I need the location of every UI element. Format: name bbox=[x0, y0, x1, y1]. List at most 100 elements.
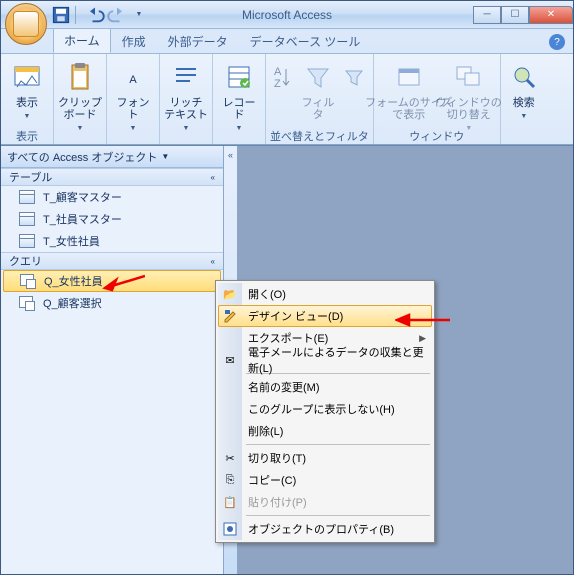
nav-section-header[interactable]: テーブル « bbox=[1, 168, 223, 186]
help-button[interactable]: ? bbox=[549, 34, 565, 50]
tab-home[interactable]: ホーム bbox=[53, 27, 111, 53]
window-controls: ─ ☐ ✕ bbox=[473, 6, 573, 24]
quick-access-toolbar: ▼ bbox=[51, 5, 149, 25]
app-window: ▼ Microsoft Access ─ ☐ ✕ ホーム 作成 外部データ デー… bbox=[0, 0, 574, 575]
nav-item-query-selected[interactable]: Q_女性社員 bbox=[3, 270, 221, 292]
chevron-down-icon: ▼ bbox=[236, 125, 243, 132]
context-menu: 📂開く(O) デザイン ビュー(D) エクスポート(E)▶ ✉電子メールによるデ… bbox=[215, 280, 435, 543]
svg-text:Z: Z bbox=[274, 78, 281, 90]
font-button[interactable]: A フォント ▼ bbox=[111, 56, 155, 126]
ribbon-group-clipboard: クリップ ボード ▼ . bbox=[54, 54, 107, 144]
ctx-separator bbox=[246, 515, 430, 516]
ribbon-group-richtext: リッチ テキスト ▼ . bbox=[160, 54, 213, 144]
collapse-icon: « bbox=[211, 173, 215, 182]
chevron-down-icon: ▼ bbox=[183, 125, 190, 132]
table-icon bbox=[19, 212, 35, 226]
ctx-delete[interactable]: 削除(L) bbox=[218, 420, 432, 442]
props-icon bbox=[222, 521, 238, 537]
nav-item-table[interactable]: T_社員マスター bbox=[1, 208, 223, 230]
richtext-icon bbox=[170, 61, 202, 93]
ribbon-group-window: フォームのサイズ で表示 ウィンドウの 切り替え ▼ ウィンドウ bbox=[374, 54, 501, 144]
table-icon bbox=[19, 190, 35, 204]
navigation-pane: すべての Access オブジェクト ▼ テーブル « T_顧客マスター T_社… bbox=[1, 146, 224, 574]
open-icon: 📂 bbox=[222, 286, 238, 302]
design-icon bbox=[223, 308, 239, 324]
chevron-down-icon: ▼ bbox=[465, 125, 472, 132]
submenu-arrow-icon: ▶ bbox=[419, 333, 426, 344]
formsize-icon bbox=[393, 61, 425, 93]
nav-section-tables: テーブル « T_顧客マスター T_社員マスター T_女性社員 bbox=[1, 168, 223, 252]
svg-text:A: A bbox=[274, 66, 282, 78]
ribbon-group-view: 表示 ▼ 表示 bbox=[1, 54, 54, 144]
sort-icon: AZ bbox=[266, 61, 298, 93]
richtext-button[interactable]: リッチ テキスト ▼ bbox=[164, 56, 208, 126]
ribbon: 表示 ▼ 表示 クリップ ボード ▼ . A フォント ▼ bbox=[1, 53, 573, 145]
clipboard-button[interactable]: クリップ ボード ▼ bbox=[58, 56, 102, 126]
ctx-hide-group[interactable]: このグループに表示しない(H) bbox=[218, 398, 432, 420]
records-button[interactable]: レコード ▼ bbox=[217, 56, 261, 126]
advfilter-button[interactable] bbox=[342, 56, 366, 126]
chevron-down-icon: ▼ bbox=[520, 113, 527, 120]
copy-icon: ⎘ bbox=[222, 472, 238, 488]
font-icon: A bbox=[117, 61, 149, 93]
tab-create[interactable]: 作成 bbox=[111, 28, 157, 53]
tab-external[interactable]: 外部データ bbox=[157, 28, 239, 53]
sort-button[interactable]: AZ bbox=[270, 56, 294, 126]
nav-section-queries: クエリ « Q_女性社員 Q_顧客選択 bbox=[1, 252, 223, 314]
close-button[interactable]: ✕ bbox=[529, 6, 573, 24]
records-icon bbox=[223, 61, 255, 93]
filter-icon bbox=[302, 61, 334, 93]
clipboard-icon bbox=[64, 61, 96, 93]
tab-dbtools[interactable]: データベース ツール bbox=[239, 28, 372, 53]
qat-separator bbox=[75, 6, 81, 24]
ctx-separator bbox=[246, 444, 430, 445]
query-icon bbox=[19, 296, 35, 310]
switchwin-button[interactable]: ウィンドウの 切り替え ▼ bbox=[442, 56, 496, 126]
find-icon bbox=[508, 61, 540, 93]
qat-save[interactable] bbox=[51, 5, 71, 25]
ctx-paste: 📋貼り付け(P) bbox=[218, 491, 432, 513]
ctx-open[interactable]: 📂開く(O) bbox=[218, 283, 432, 305]
nav-section-header[interactable]: クエリ « bbox=[1, 252, 223, 270]
minimize-button[interactable]: ─ bbox=[473, 6, 501, 24]
table-icon bbox=[19, 234, 35, 248]
ctx-properties[interactable]: オブジェクトのプロパティ(B) bbox=[218, 518, 432, 540]
ribbon-group-font: A フォント ▼ . bbox=[107, 54, 160, 144]
chevron-down-icon: ▼ bbox=[130, 125, 137, 132]
ribbon-group-records: レコード ▼ . bbox=[213, 54, 266, 144]
ctx-collect-email[interactable]: ✉電子メールによるデータの収集と更新(L) bbox=[218, 349, 432, 371]
view-button[interactable]: 表示 ▼ bbox=[5, 56, 49, 126]
chevron-down-icon: ▼ bbox=[24, 113, 31, 120]
switchwin-icon bbox=[453, 61, 485, 93]
qat-customize[interactable]: ▼ bbox=[129, 5, 149, 25]
svg-text:A: A bbox=[129, 74, 137, 86]
advfilter-icon bbox=[338, 61, 370, 93]
maximize-button[interactable]: ☐ bbox=[501, 6, 529, 24]
filter-button[interactable]: フィルタ bbox=[296, 56, 340, 126]
office-button[interactable] bbox=[5, 3, 47, 45]
find-button[interactable]: 検索 ▼ bbox=[505, 56, 543, 126]
chevron-down-icon: ▼ bbox=[77, 125, 84, 132]
nav-item-table[interactable]: T_女性社員 bbox=[1, 230, 223, 252]
nav-item-query[interactable]: Q_顧客選択 bbox=[1, 292, 223, 314]
qat-undo[interactable] bbox=[85, 5, 105, 25]
ctx-cut[interactable]: ✂切り取り(T) bbox=[218, 447, 432, 469]
ribbon-group-find: 検索 ▼ . bbox=[501, 54, 547, 144]
window-title: Microsoft Access bbox=[242, 8, 332, 22]
paste-icon: 📋 bbox=[222, 494, 238, 510]
ctx-rename[interactable]: 名前の変更(M) bbox=[218, 376, 432, 398]
qat-redo[interactable] bbox=[107, 5, 127, 25]
ribbon-group-sortfilter: AZ フィルタ 並べ替えとフィルタ bbox=[266, 54, 374, 144]
collapse-icon: « bbox=[211, 257, 215, 266]
ctx-copy[interactable]: ⎘コピー(C) bbox=[218, 469, 432, 491]
view-icon bbox=[11, 61, 43, 93]
query-icon bbox=[20, 274, 36, 288]
mail-icon: ✉ bbox=[222, 352, 238, 368]
titlebar: ▼ Microsoft Access ─ ☐ ✕ bbox=[1, 1, 573, 29]
navpane-header[interactable]: すべての Access オブジェクト ▼ bbox=[1, 146, 223, 168]
nav-item-table[interactable]: T_顧客マスター bbox=[1, 186, 223, 208]
formsize-button[interactable]: フォームのサイズ で表示 bbox=[378, 56, 440, 126]
ribbon-tabs: ホーム 作成 外部データ データベース ツール ? bbox=[1, 29, 573, 53]
cut-icon: ✂ bbox=[222, 450, 238, 466]
ctx-design-view[interactable]: デザイン ビュー(D) bbox=[218, 305, 432, 327]
